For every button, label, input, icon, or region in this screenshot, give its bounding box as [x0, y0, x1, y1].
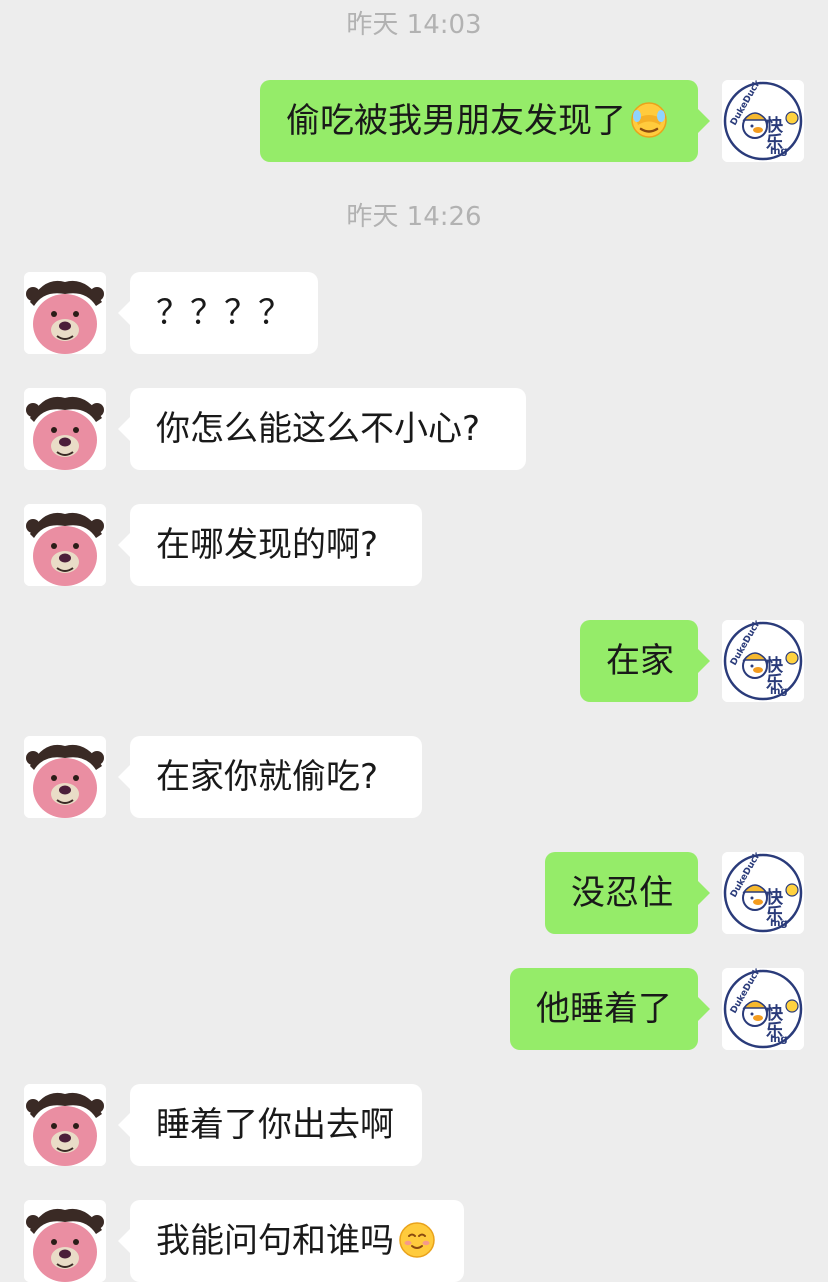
timestamp: 昨天 14:03	[346, 10, 482, 40]
message-bubble[interactable]: 他睡着了	[510, 968, 710, 1050]
message-bubble[interactable]: 没忍住	[545, 852, 710, 934]
avatar-sub-text: ing	[770, 918, 788, 929]
pink-bear-avatar-icon	[24, 388, 106, 470]
pink-bear-avatar-icon	[24, 736, 106, 818]
message-text: 睡着了你出去啊	[156, 1105, 394, 1145]
pink-bear-avatar-icon	[24, 1200, 106, 1282]
message-text: 他睡着了	[536, 989, 672, 1029]
duck-avatar-icon: DukeDuck 快乐 ing	[722, 80, 804, 162]
message-bubble[interactable]: 睡着了你出去啊	[118, 1084, 422, 1166]
message-row-incoming: 在哪发现的啊?	[0, 504, 828, 586]
my-avatar[interactable]: DukeDuck 快乐 ing	[722, 968, 804, 1050]
avatar-sub-text: ing	[770, 146, 788, 157]
message-text: 在家你就偷吃?	[156, 757, 379, 797]
my-avatar[interactable]: DukeDuck 快乐 ing	[722, 852, 804, 934]
message-text: 我能问句和谁吗	[156, 1221, 394, 1261]
message-bubble[interactable]: 我能问句和谁吗	[118, 1200, 464, 1282]
duck-avatar-icon: DukeDuck 快乐 ing	[722, 620, 804, 702]
my-avatar[interactable]: DukeDuck 快乐 ing	[722, 80, 804, 162]
message-row-outgoing: 在家 DukeDuck 快乐 ing	[0, 620, 828, 702]
message-text: 偷吃被我男朋友发现了	[286, 101, 626, 141]
avatar-sub-text: ing	[770, 686, 788, 697]
message-row-incoming: 在家你就偷吃?	[0, 736, 828, 818]
duck-avatar-icon: DukeDuck 快乐 ing	[722, 968, 804, 1050]
message-bubble[interactable]: 在家你就偷吃?	[118, 736, 422, 818]
friend-avatar[interactable]	[24, 504, 106, 586]
duck-avatar-icon: DukeDuck 快乐 ing	[722, 852, 804, 934]
message-bubble[interactable]: ？？？？	[118, 272, 318, 354]
friend-avatar[interactable]	[24, 272, 106, 354]
message-row-incoming: ？？？？	[0, 272, 828, 354]
message-row-incoming: 我能问句和谁吗	[0, 1200, 828, 1282]
message-bubble[interactable]: 你怎么能这么不小心?	[118, 388, 526, 470]
friend-avatar[interactable]	[24, 388, 106, 470]
message-row-outgoing: 他睡着了 DukeDuck 快乐 ing	[0, 968, 828, 1050]
friend-avatar[interactable]	[24, 1084, 106, 1166]
message-bubble[interactable]: 在家	[580, 620, 710, 702]
pink-bear-avatar-icon	[24, 272, 106, 354]
friend-avatar[interactable]	[24, 1200, 106, 1282]
message-row-outgoing: 偷吃被我男朋友发现了 DukeDuck 快乐 ing	[0, 80, 828, 162]
face-with-hand-over-eyes-icon	[630, 101, 668, 139]
message-text: ？？？？	[156, 293, 292, 333]
message-text: 在家	[606, 641, 674, 681]
my-avatar[interactable]: DukeDuck 快乐 ing	[722, 620, 804, 702]
message-text: 你怎么能这么不小心?	[156, 409, 481, 449]
message-text: 没忍住	[571, 873, 673, 913]
pink-bear-avatar-icon	[24, 504, 106, 586]
message-row-outgoing: 没忍住 DukeDuck 快乐 ing	[0, 852, 828, 934]
message-row-incoming: 你怎么能这么不小心?	[0, 388, 828, 470]
pink-bear-avatar-icon	[24, 1084, 106, 1166]
message-bubble[interactable]: 偷吃被我男朋友发现了	[260, 80, 710, 162]
friend-avatar[interactable]	[24, 736, 106, 818]
message-row-incoming: 睡着了你出去啊	[0, 1084, 828, 1166]
message-bubble[interactable]: 在哪发现的啊?	[118, 504, 422, 586]
timestamp: 昨天 14:26	[346, 202, 482, 232]
smiling-face-icon	[398, 1221, 436, 1259]
message-text: 在哪发现的啊?	[156, 525, 379, 565]
avatar-sub-text: ing	[770, 1034, 788, 1045]
